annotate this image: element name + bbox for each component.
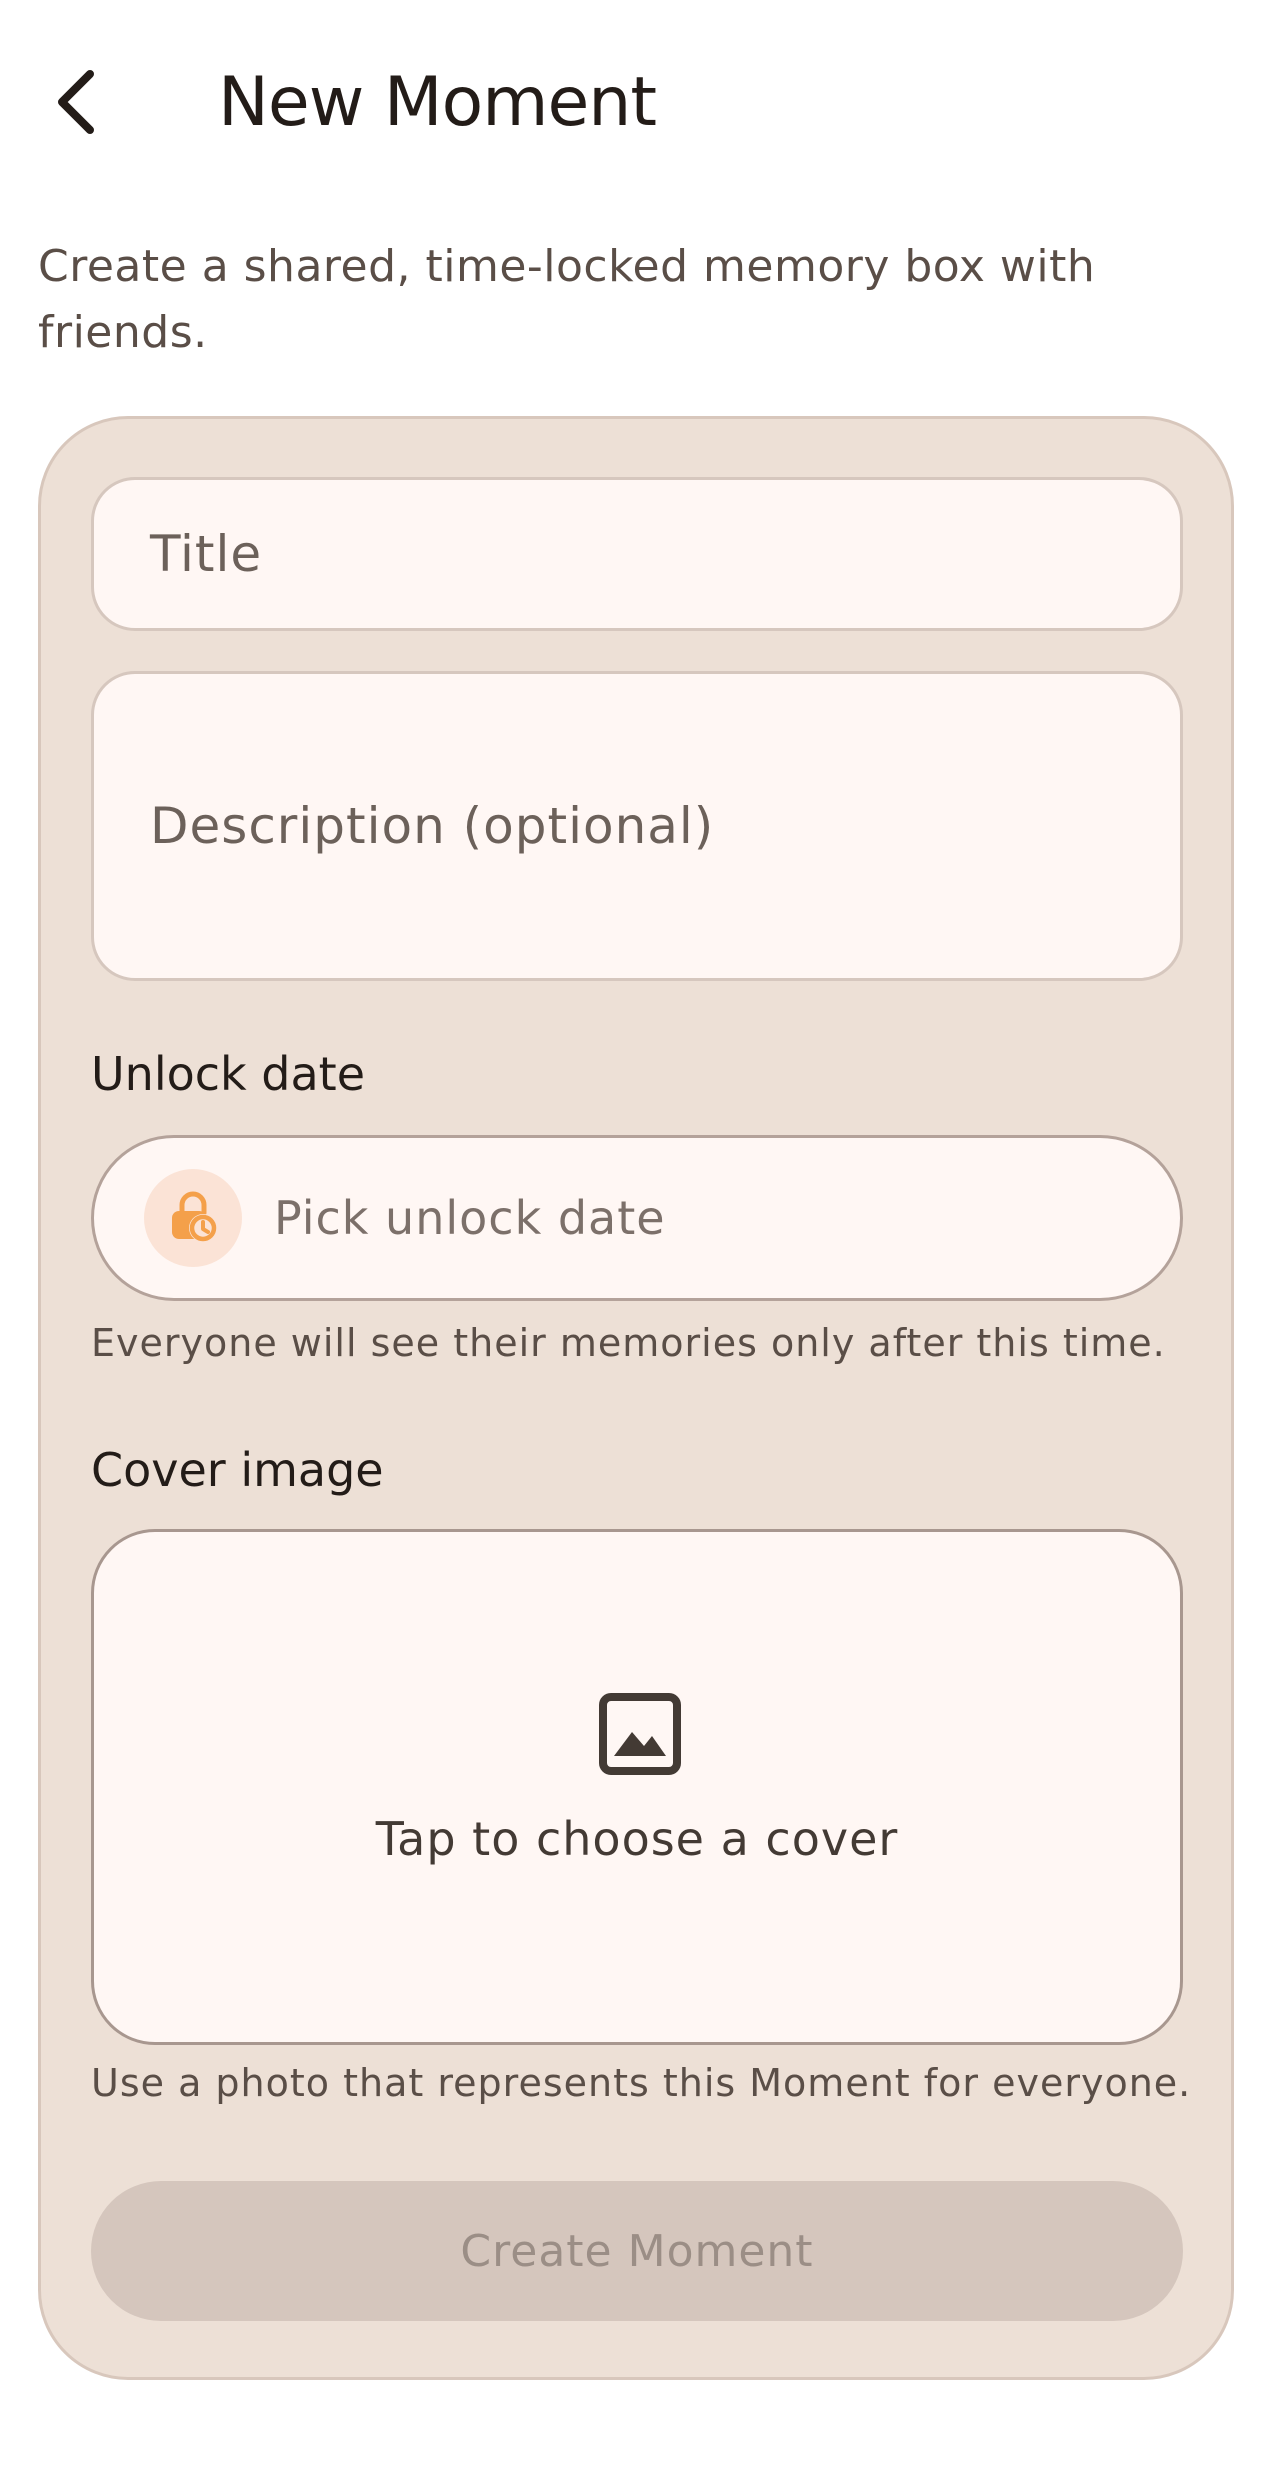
create-moment-button[interactable]: Create Moment <box>91 2181 1183 2321</box>
unlock-date-picker[interactable]: Pick unlock date <box>91 1135 1183 1301</box>
chevron-left-icon <box>58 70 94 134</box>
unlock-date-placeholder: Pick unlock date <box>274 1191 666 1245</box>
page-title: New Moment <box>218 63 657 142</box>
unlock-date-label: Unlock date <box>91 1047 366 1101</box>
new-moment-screen: New Moment Create a shared, time-locked … <box>0 0 1284 2474</box>
moment-form-card: Title Description (optional) Unlock date… <box>38 416 1234 2380</box>
description-input[interactable]: Description (optional) <box>91 671 1183 981</box>
lock-clock-icon <box>144 1169 242 1267</box>
cover-image-picker[interactable]: Tap to choose a cover <box>91 1529 1183 2045</box>
unlock-date-helper: Everyone will see their memories only af… <box>91 1321 1166 1365</box>
intro-text: Create a shared, time-locked memory box … <box>38 241 1096 358</box>
cover-image-helper: Use a photo that represents this Moment … <box>91 2061 1192 2105</box>
cover-image-prompt: Tap to choose a cover <box>375 1812 899 1866</box>
back-button[interactable] <box>36 62 116 142</box>
header: New Moment <box>0 40 1284 170</box>
image-icon <box>599 1693 681 1775</box>
title-input[interactable]: Title <box>91 477 1183 631</box>
title-placeholder: Title <box>150 525 263 583</box>
cover-image-label: Cover image <box>91 1443 384 1497</box>
description-placeholder: Description (optional) <box>150 797 715 855</box>
